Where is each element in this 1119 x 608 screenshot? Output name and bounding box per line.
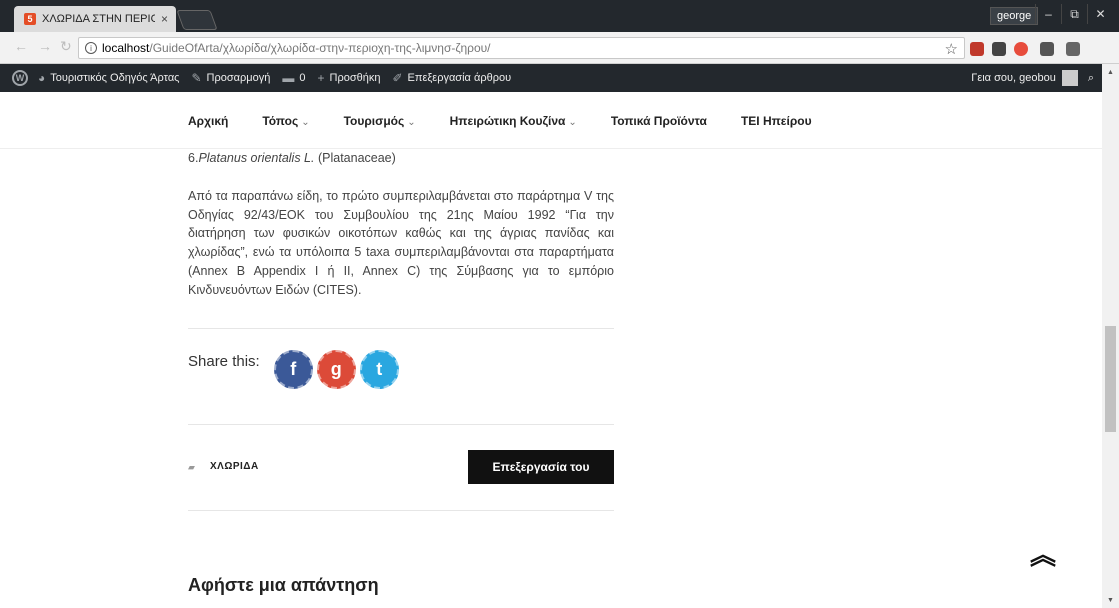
- browser-tab-strip: 5 ΧΛΩΡΙΔΑ ΣΤΗΝ ΠΕΡΙΟΧΙ × george – ⧉ ✕: [0, 0, 1119, 32]
- bookmark-star-icon[interactable]: ☆: [945, 40, 958, 58]
- nav-item-tourism[interactable]: Τουρισμός ⌄: [344, 114, 416, 128]
- divider: [188, 424, 614, 425]
- pencil-icon: ✐: [392, 71, 403, 85]
- back-to-top-icon[interactable]: ︽: [1030, 542, 1056, 568]
- search-icon[interactable]: ⌕: [1088, 72, 1094, 85]
- extension-tools-icon[interactable]: [1040, 42, 1054, 56]
- nav-item-home[interactable]: Αρχική: [188, 114, 228, 128]
- scroll-down-icon[interactable]: ▼: [1102, 594, 1119, 606]
- article-content: 6.Platanus orientalis L. (Platanaceae) Α…: [188, 149, 614, 299]
- tab-close-icon[interactable]: ×: [161, 12, 168, 26]
- admin-site-link[interactable]: ◕ Τουριστικός Οδηγός Άρτας: [38, 71, 179, 85]
- admin-comments-link[interactable]: ▬ 0: [282, 71, 305, 85]
- divider: [188, 328, 614, 329]
- nav-item-local-products[interactable]: Τοπικά Προϊόντα: [611, 114, 707, 128]
- admin-customize-label: Προσαρμογή: [206, 72, 271, 84]
- category-link[interactable]: ΧΛΩΡΙΔΑ: [210, 461, 259, 472]
- species-line: 6.Platanus orientalis L. (Platanaceae): [188, 151, 396, 165]
- extension-red-icon[interactable]: [970, 42, 984, 56]
- extension-s-icon[interactable]: [992, 42, 1006, 56]
- nav-item-place[interactable]: Τόπος ⌄: [262, 114, 309, 128]
- tab-title: ΧΛΩΡΙΔΑ ΣΤΗΝ ΠΕΡΙΟΧΙ: [42, 13, 155, 25]
- forward-arrow-icon[interactable]: →: [38, 38, 52, 54]
- dashboard-icon: ◕: [38, 71, 46, 85]
- scroll-up-icon[interactable]: ▲: [1102, 66, 1119, 78]
- wordpress-logo-icon[interactable]: W: [12, 70, 28, 86]
- brush-icon: ✎: [191, 71, 202, 85]
- comments-title: Αφήστε μια απάντηση: [188, 575, 379, 595]
- plus-icon: +: [317, 71, 325, 85]
- nav-item-cuisine[interactable]: Ηπειρώτικη Κουζίνα ⌄: [450, 114, 577, 128]
- restore-button[interactable]: ⧉: [1061, 4, 1087, 24]
- wp-admin-bar: W ◕ Τουριστικός Οδηγός Άρτας ✎ Προσαρμογ…: [0, 64, 1102, 92]
- site-navigation: Αρχική Τόπος ⌄ Τουρισμός ⌄ Ηπειρώτικη Κουζ…: [0, 92, 1102, 149]
- facebook-share-icon[interactable]: f: [273, 350, 313, 389]
- extension-shield-icon[interactable]: [1014, 42, 1028, 56]
- admin-edit-post-link[interactable]: ✐ Επεξεργασία άρθρου: [392, 71, 511, 85]
- share-section: Share this: f g t: [188, 350, 403, 389]
- edit-post-button[interactable]: Επεξεργασία του: [468, 450, 614, 484]
- admin-account: Γεια σου, geobou ⌕: [971, 64, 1094, 92]
- avatar[interactable]: [1061, 70, 1078, 86]
- browser-toolbar: ← → ↻ i localhost /GuideOfArta/χλωρίδα/χ…: [0, 32, 1119, 64]
- address-bar[interactable]: i localhost /GuideOfArta/χλωρίδα/χλωρίδα…: [78, 37, 965, 59]
- close-window-button[interactable]: ✕: [1087, 4, 1113, 24]
- googleplus-share-icon[interactable]: g: [316, 350, 356, 389]
- extension-drive-icon[interactable]: [1066, 42, 1080, 56]
- admin-new-link[interactable]: + Προσθήκη: [317, 71, 380, 85]
- admin-new-label: Προσθήκη: [329, 72, 381, 84]
- scrollbar-thumb[interactable]: [1105, 326, 1116, 432]
- species-family: (Platanaceae): [317, 151, 396, 165]
- divider: [188, 510, 614, 511]
- admin-customize-link[interactable]: ✎ Προσαρμογή: [191, 71, 270, 85]
- info-icon[interactable]: i: [85, 42, 97, 54]
- chevron-down-icon: ⌄: [407, 117, 416, 128]
- nav-item-tei[interactable]: ΤΕΙ Ηπείρου: [741, 114, 812, 128]
- window-controls: – ⧉ ✕: [1035, 4, 1113, 24]
- page-scrollbar[interactable]: ▲ ▼: [1102, 64, 1119, 608]
- comment-icon: ▬: [282, 71, 295, 85]
- nav-menu: Αρχική Τόπος ⌄ Τουρισμός ⌄ Ηπειρώτικη Κουζ…: [188, 114, 846, 128]
- chevron-down-icon: ⌄: [568, 117, 577, 128]
- admin-greeting[interactable]: Γεια σου, geobou: [971, 72, 1056, 84]
- post-meta: ▰ ΧΛΩΡΙΔΑ Επεξεργασία του: [188, 450, 614, 484]
- minimize-button[interactable]: –: [1035, 4, 1061, 24]
- back-arrow-icon[interactable]: ←: [14, 38, 28, 54]
- html5-favicon-icon: 5: [24, 13, 36, 25]
- admin-edit-post-label: Επεξεργασία άρθρου: [407, 72, 512, 84]
- admin-comments-count: 0: [299, 72, 306, 84]
- species-name: Platanus orientalis L.: [198, 151, 315, 165]
- admin-site-label: Τουριστικός Οδηγός Άρτας: [50, 72, 180, 84]
- browser-tab[interactable]: 5 ΧΛΩΡΙΔΑ ΣΤΗΝ ΠΕΡΙΟΧΙ ×: [14, 6, 176, 32]
- twitter-share-icon[interactable]: t: [359, 350, 399, 389]
- share-label: Share this:: [188, 353, 260, 370]
- folder-icon: ▰: [188, 462, 195, 472]
- reload-icon[interactable]: ↻: [60, 38, 72, 55]
- chevron-down-icon: ⌄: [301, 117, 310, 128]
- new-tab-button[interactable]: [176, 10, 218, 30]
- article-paragraph: Από τα παραπάνω είδη, το πρώτο συμπεριλα…: [188, 189, 614, 297]
- url-host: localhost: [102, 41, 150, 55]
- profile-user-button[interactable]: george: [990, 7, 1039, 25]
- url-path: /GuideOfArta/χλωρίδα/χλωρίδα-στην-περιοχ…: [149, 41, 491, 55]
